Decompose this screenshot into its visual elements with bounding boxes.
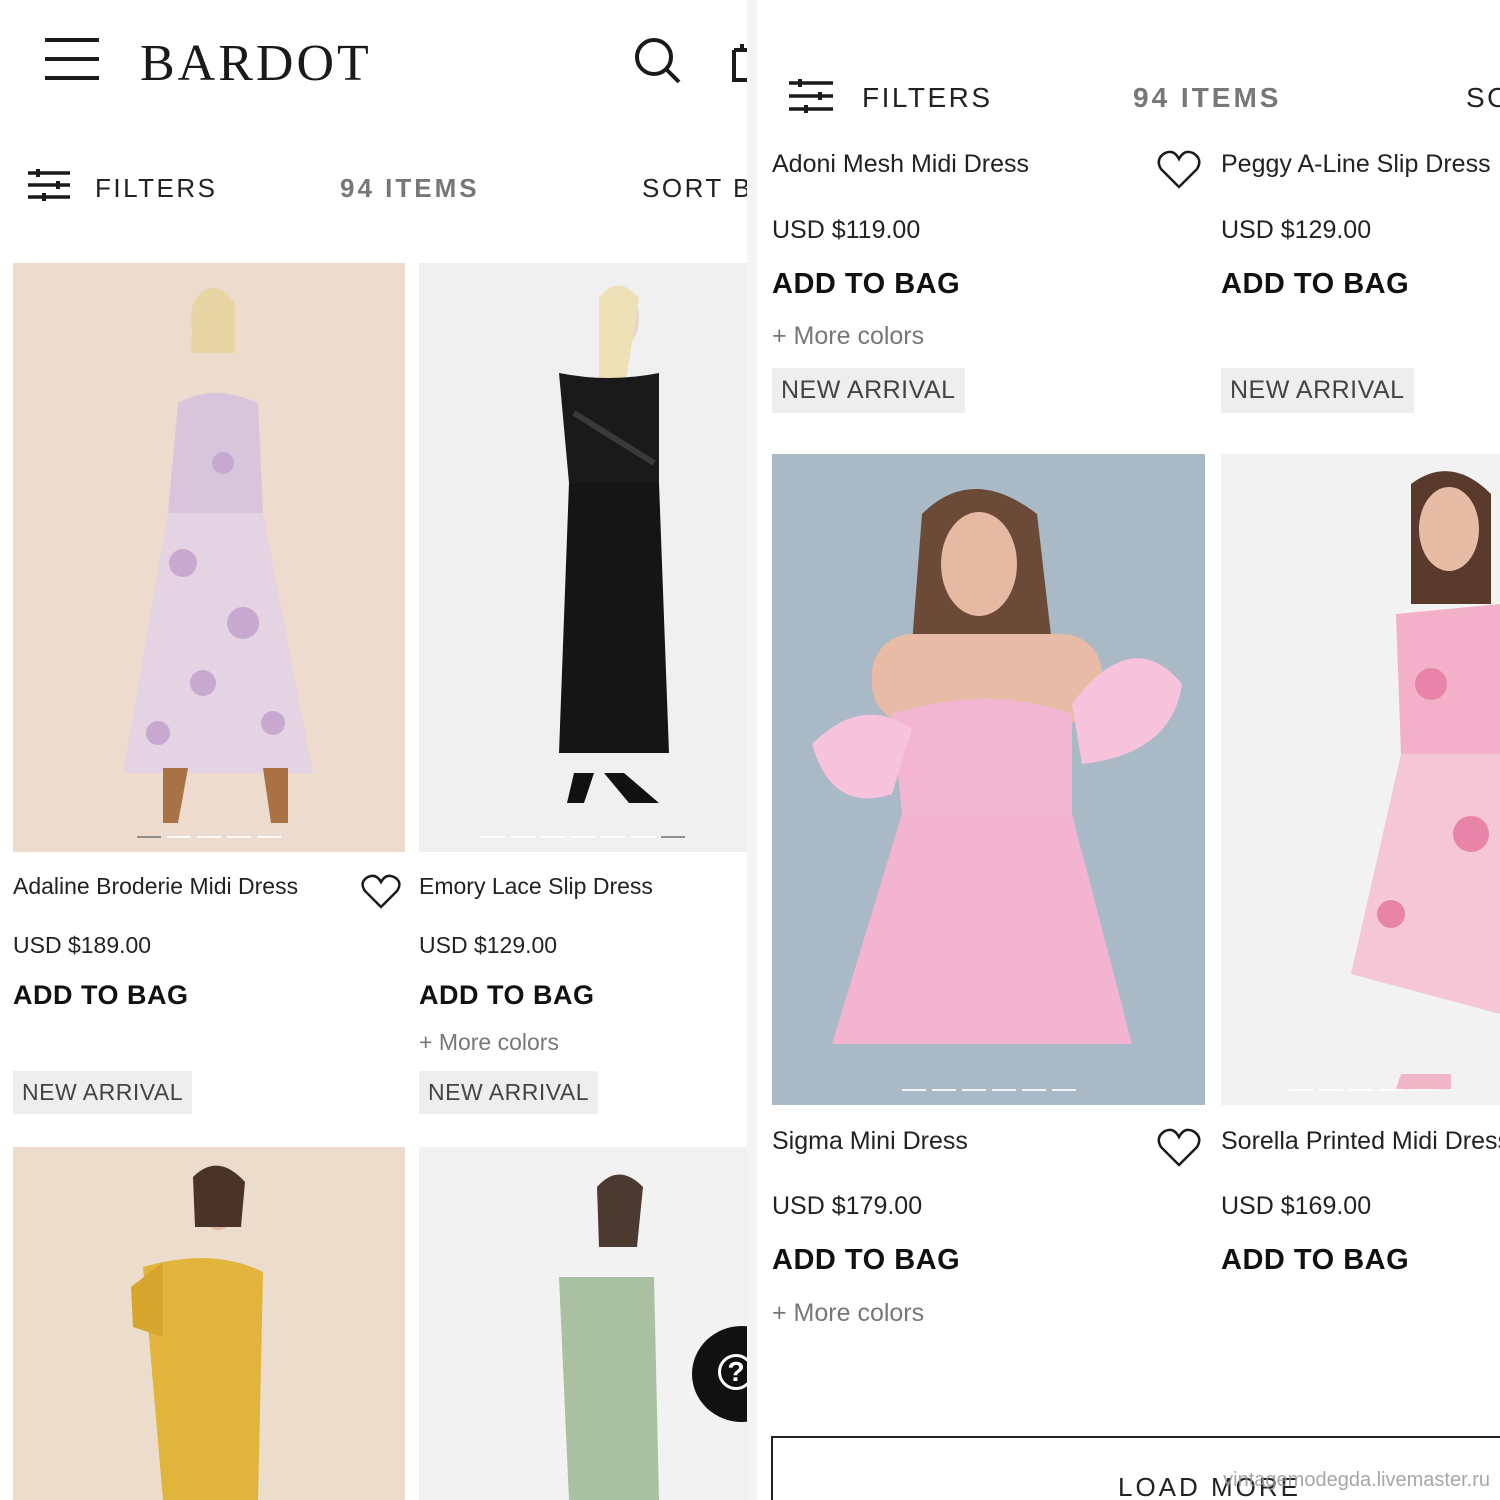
- image-carousel-dots[interactable]: [901, 1089, 1076, 1091]
- more-colors-link[interactable]: + More colors: [772, 322, 924, 351]
- panel-divider: [747, 0, 757, 1500]
- product-name[interactable]: Emory Lace Slip Dress: [419, 873, 653, 900]
- new-arrival-badge: NEW ARRIVAL: [772, 368, 965, 413]
- add-to-bag-button[interactable]: ADD TO BAG: [13, 980, 189, 1011]
- new-arrival-badge: NEW ARRIVAL: [419, 1071, 598, 1114]
- sort-button[interactable]: SORT BY: [1466, 82, 1500, 114]
- product-name[interactable]: Sigma Mini Dress: [772, 1127, 968, 1156]
- more-colors-link[interactable]: + More colors: [419, 1029, 559, 1056]
- item-count: 94 ITEMS: [340, 173, 480, 203]
- brand-logo[interactable]: BARDOT: [140, 34, 372, 93]
- add-to-bag-button[interactable]: ADD TO BAG: [772, 268, 960, 301]
- menu-icon[interactable]: [45, 38, 99, 80]
- dress-illustration: [1351, 471, 1500, 1089]
- product-name[interactable]: Sorella Printed Midi Dress: [1221, 1127, 1500, 1156]
- new-arrival-badge: NEW ARRIVAL: [13, 1071, 192, 1114]
- image-carousel-dots[interactable]: [481, 836, 685, 838]
- dress-illustration: [123, 288, 313, 823]
- left-screenshot: BARDOT FILTERS 94 ITEMS SORT BY: [0, 0, 747, 1500]
- filter-icon[interactable]: [28, 168, 70, 202]
- bag-icon[interactable]: [730, 42, 747, 82]
- product-image-sigma[interactable]: [772, 454, 1205, 1105]
- product-image-sorella[interactable]: [1221, 454, 1500, 1105]
- product-name[interactable]: Adoni Mesh Midi Dress: [772, 150, 1029, 179]
- help-icon: ?: [718, 1354, 747, 1390]
- sort-button[interactable]: SORT BY: [642, 173, 747, 204]
- add-to-bag-button[interactable]: ADD TO BAG: [772, 1244, 960, 1277]
- add-to-bag-button[interactable]: ADD TO BAG: [419, 980, 595, 1011]
- product-price: USD $129.00: [419, 932, 558, 958]
- image-carousel-dots[interactable]: [1288, 1089, 1433, 1091]
- product-image-adaline[interactable]: [13, 263, 405, 852]
- heart-icon[interactable]: [1157, 150, 1201, 190]
- image-carousel-dots[interactable]: [137, 836, 281, 838]
- product-image-yellow-dress[interactable]: [13, 1147, 405, 1500]
- product-image-emory[interactable]: [419, 263, 747, 852]
- add-to-bag-button[interactable]: ADD TO BAG: [1221, 1244, 1409, 1277]
- product-image-green-dress[interactable]: [419, 1147, 747, 1500]
- filters-button[interactable]: FILTERS: [862, 82, 993, 114]
- product-price: USD $179.00: [772, 1192, 923, 1220]
- watermark: vintagemodegda.livemaster.ru: [1223, 1469, 1490, 1491]
- dress-illustration: [131, 1165, 263, 1500]
- heart-icon[interactable]: [361, 874, 401, 910]
- dress-illustration: [559, 1174, 659, 1500]
- product-name[interactable]: Peggy A-Line Slip Dress: [1221, 150, 1491, 179]
- new-arrival-badge: NEW ARRIVAL: [1221, 368, 1414, 413]
- filter-icon[interactable]: [789, 78, 833, 114]
- add-to-bag-button[interactable]: ADD TO BAG: [1221, 268, 1409, 301]
- search-icon[interactable]: [633, 36, 683, 86]
- dress-illustration: [559, 285, 669, 803]
- product-price: USD $129.00: [1221, 216, 1372, 244]
- heart-icon[interactable]: [1157, 1128, 1201, 1168]
- right-screenshot: FILTERS 94 ITEMS SORT BY Adoni Mesh Midi…: [757, 0, 1500, 1500]
- dress-illustration: [812, 489, 1182, 1044]
- more-colors-link[interactable]: + More colors: [772, 1299, 924, 1328]
- product-name[interactable]: Adaline Broderie Midi Dress: [13, 873, 298, 900]
- filters-button[interactable]: FILTERS: [95, 173, 217, 204]
- product-price: USD $119.00: [772, 216, 921, 244]
- item-count: 94 ITEMS: [1133, 82, 1282, 113]
- product-price: USD $189.00: [13, 932, 152, 958]
- product-price: USD $169.00: [1221, 1192, 1372, 1220]
